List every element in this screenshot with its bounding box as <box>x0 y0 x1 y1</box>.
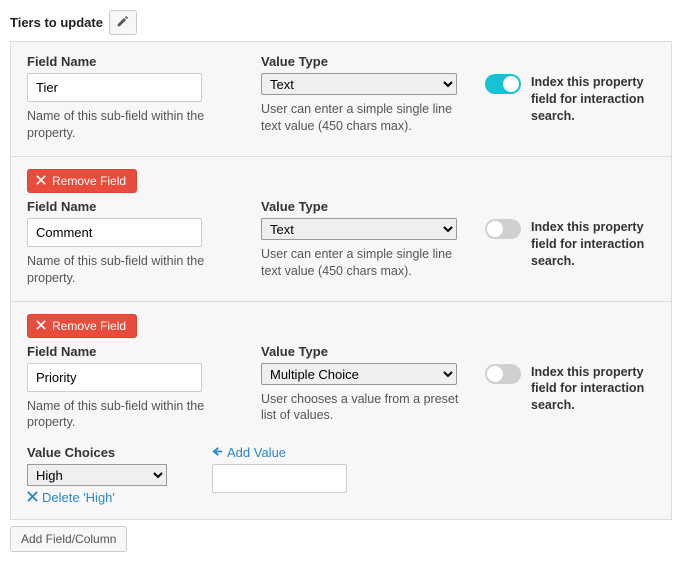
value-type-help: User can enter a simple single line text… <box>261 101 461 135</box>
field-name-label: Field Name <box>27 344 237 359</box>
fields-panel: Field Name Name of this sub-field within… <box>10 41 672 520</box>
value-type-select[interactable]: Text Multiple Choice <box>261 363 457 385</box>
field-name-input[interactable] <box>27 218 202 247</box>
field-row: Remove Field Field Name Name of this sub… <box>11 302 671 520</box>
field-row: Field Name Name of this sub-field within… <box>11 42 671 157</box>
value-type-label: Value Type <box>261 344 461 359</box>
field-name-label: Field Name <box>27 54 237 69</box>
arrow-left-icon <box>212 445 223 460</box>
value-type-help: User chooses a value from a preset list … <box>261 391 461 425</box>
field-name-help: Name of this sub-field within the proper… <box>27 398 237 432</box>
section-title: Tiers to update <box>10 15 103 30</box>
index-toggle[interactable] <box>485 219 521 239</box>
field-name-help: Name of this sub-field within the proper… <box>27 108 237 142</box>
add-value-input[interactable] <box>212 464 347 493</box>
index-toggle-label: Index this property field for interactio… <box>531 364 655 415</box>
edit-section-button[interactable] <box>109 10 137 35</box>
remove-field-button[interactable]: Remove Field <box>27 314 137 338</box>
field-name-help: Name of this sub-field within the proper… <box>27 253 237 287</box>
field-name-label: Field Name <box>27 199 237 214</box>
value-type-select[interactable]: Text Multiple Choice <box>261 73 457 95</box>
field-row: Remove Field Field Name Name of this sub… <box>11 157 671 302</box>
field-name-input[interactable] <box>27 363 202 392</box>
value-type-select[interactable]: Text Multiple Choice <box>261 218 457 240</box>
value-choices-select[interactable]: High <box>27 464 167 486</box>
index-toggle-label: Index this property field for interactio… <box>531 219 655 270</box>
value-type-help: User can enter a simple single line text… <box>261 246 461 280</box>
value-type-label: Value Type <box>261 199 461 214</box>
index-toggle[interactable] <box>485 364 521 384</box>
add-field-button[interactable]: Add Field/Column <box>10 526 127 552</box>
remove-field-button[interactable]: Remove Field <box>27 169 137 193</box>
delete-choice-link[interactable]: Delete 'High' <box>27 490 115 505</box>
add-value-link[interactable]: Add Value <box>212 445 286 460</box>
field-name-input[interactable] <box>27 73 202 102</box>
index-toggle-label: Index this property field for interactio… <box>531 74 655 125</box>
close-icon <box>36 174 46 188</box>
value-type-label: Value Type <box>261 54 461 69</box>
value-choices-label: Value Choices <box>27 445 182 460</box>
index-toggle[interactable] <box>485 74 521 94</box>
pencil-icon <box>117 15 129 30</box>
close-icon <box>36 319 46 333</box>
close-icon <box>27 490 38 505</box>
